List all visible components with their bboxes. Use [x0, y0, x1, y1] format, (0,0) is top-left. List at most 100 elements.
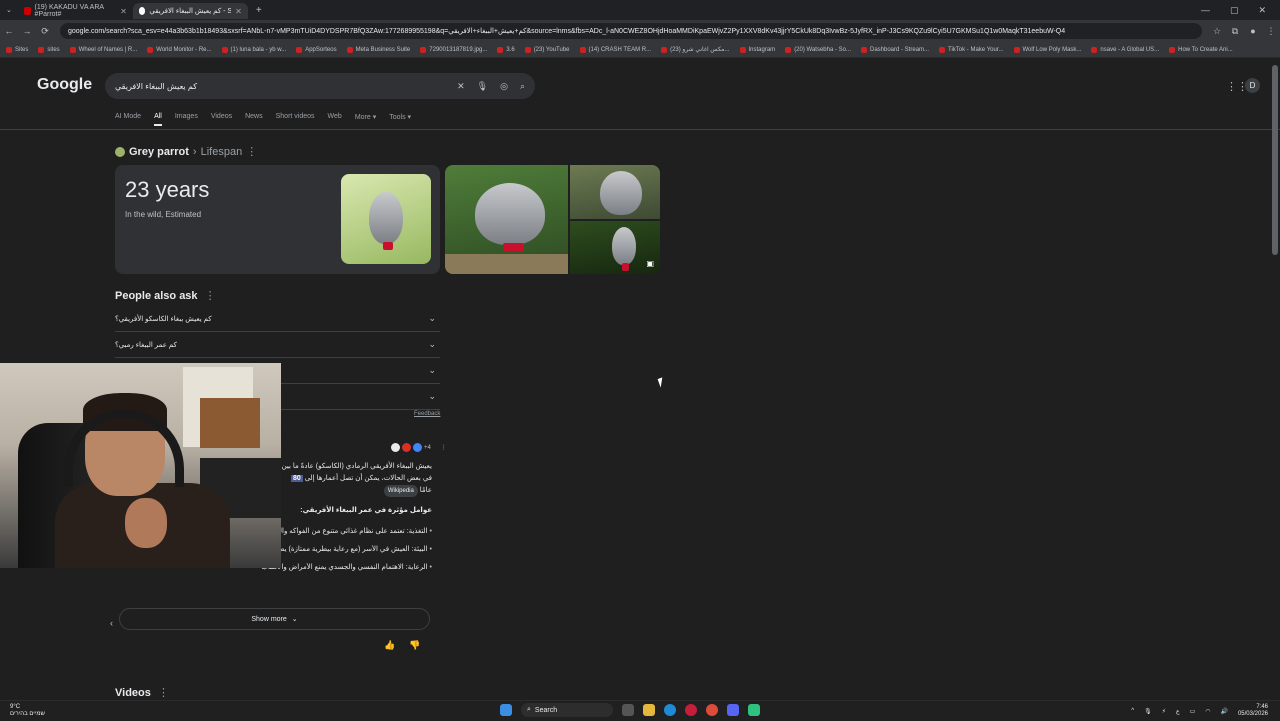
close-window-icon[interactable]: ✕ [1258, 5, 1266, 16]
search-input[interactable]: كم يعيش الببغاء الافريقي [115, 82, 457, 91]
bookmark-item[interactable]: (23) YouTube [524, 46, 570, 53]
bookmark-item[interactable]: nsave - A Global US... [1091, 46, 1159, 53]
bookmark-item[interactable]: Meta Business Suite [346, 46, 410, 53]
header-divider [0, 129, 1280, 130]
more-options-icon[interactable]: ⋮ [246, 145, 257, 158]
discord-icon[interactable] [727, 704, 739, 716]
app-icon[interactable] [685, 704, 697, 716]
chevron-up-icon[interactable]: ^ [1131, 708, 1134, 714]
bookmark-item[interactable]: World Monitor - Re... [147, 46, 212, 53]
maximize-icon[interactable]: ▢ [1230, 5, 1239, 16]
bookmark-item[interactable]: Wolf Low Poly Mask... [1013, 46, 1081, 53]
search-tab[interactable]: Images [175, 113, 198, 126]
mic-icon[interactable]: 🎙 [477, 81, 488, 92]
search-tab[interactable]: Videos [211, 113, 232, 126]
bookmark-item[interactable]: How To Create Ani... [1169, 46, 1233, 53]
windows-start-icon[interactable] [500, 704, 512, 716]
clear-icon[interactable]: ✕ [457, 81, 465, 92]
entity-name[interactable]: Grey parrot [129, 146, 189, 158]
search-box[interactable]: كم يعيش الببغاء الافريقي ✕ 🎙 ◎ ⌕ [105, 73, 535, 99]
url-input[interactable]: google.com/search?sca_esv=e44a3b63b1b184… [60, 23, 1202, 39]
search-icon[interactable]: ⌕ [520, 81, 525, 92]
feedback-link[interactable]: Feedback [414, 411, 440, 417]
reload-icon[interactable]: ⟳ [36, 26, 54, 37]
webcam-shelf [200, 398, 260, 448]
forward-icon[interactable]: → [18, 26, 36, 36]
tab-search-icon[interactable]: ⌄ [0, 6, 18, 14]
volume-icon[interactable]: 🔊 [1220, 708, 1227, 715]
image-gallery-icon[interactable]: ▣ [646, 259, 654, 268]
bookmark-item[interactable]: Dashboard - Stream... [861, 46, 929, 53]
network-icon[interactable]: ⚡ [1162, 708, 1166, 715]
more-options-icon[interactable]: ⋮ [441, 444, 447, 451]
google-logo[interactable]: Google [37, 76, 92, 94]
bookmark-item[interactable]: Instagram [739, 46, 775, 53]
bookmark-favicon-icon [1091, 46, 1098, 53]
parrot-thumbnail[interactable] [341, 174, 431, 264]
bookmark-item[interactable]: Wheel of Names | R... [69, 46, 137, 53]
chevron-down-icon: ⌄ [291, 616, 298, 623]
bookmark-item[interactable]: (1) luna bala - yb w... [221, 46, 286, 53]
extensions-icon[interactable]: ⧉ [1226, 26, 1244, 37]
search-tab[interactable]: Short videos [276, 113, 315, 126]
gallery-image-1[interactable] [445, 165, 568, 274]
wikipedia-icon [391, 443, 400, 452]
minimize-icon[interactable]: — [1201, 5, 1210, 15]
mic-icon[interactable]: 🎙 [1144, 708, 1152, 715]
tab-google-search[interactable]: كم يعيش الببغاء الافريقي - Search ✕ [132, 3, 248, 19]
lens-icon[interactable]: ◎ [500, 81, 508, 92]
page-scrollbar[interactable] [1272, 65, 1278, 255]
chevron-down-icon: ⌄ [428, 313, 436, 323]
taskbar-search[interactable]: ⌕ Search [521, 703, 613, 717]
search-tab[interactable]: All [154, 113, 162, 126]
bookmark-item[interactable]: (14) CRASH TEAM R... [579, 46, 651, 53]
edge-icon[interactable] [664, 704, 676, 716]
bookmark-item[interactable]: AppSorteos [296, 46, 337, 53]
search-tab[interactable]: More ▾ [355, 113, 376, 126]
gallery-image-2[interactable] [570, 165, 660, 219]
avatar[interactable]: D [1245, 78, 1260, 93]
bookmark-item[interactable]: TikTok - Make Your... [939, 46, 1004, 53]
thumbs-up-icon[interactable]: 👍 [384, 640, 395, 651]
bookmark-item[interactable]: sites [38, 46, 60, 53]
obs-icon[interactable] [748, 704, 760, 716]
search-tab[interactable]: News [245, 113, 263, 126]
back-icon[interactable]: ← [0, 26, 18, 36]
battery-icon[interactable]: ▭ [1190, 708, 1196, 715]
chrome-icon[interactable] [706, 704, 718, 716]
source-count: +4 [424, 444, 431, 451]
source-icons[interactable]: +4 ⋮ [391, 443, 447, 452]
chevron-left-icon[interactable]: ‹ [110, 618, 113, 628]
more-options-icon[interactable]: ⋮ [158, 687, 169, 699]
thumbs-down-icon[interactable]: 👎 [409, 640, 420, 651]
bookmark-item[interactable]: 3.6 [497, 46, 515, 53]
search-tab[interactable]: AI Mode [115, 113, 141, 126]
show-more-button[interactable]: Show more ⌄ [119, 608, 430, 630]
file-explorer-icon[interactable] [643, 704, 655, 716]
bookmark-item[interactable]: Sites [6, 46, 28, 53]
bookmark-item[interactable]: (20) Watsebha - So... [785, 46, 851, 53]
bookmark-item[interactable]: (23) مكس اغاني شرو... [661, 46, 730, 53]
profile-icon[interactable]: ● [1244, 26, 1262, 36]
wifi-icon[interactable]: ◠ [1205, 708, 1210, 715]
close-icon[interactable]: ✕ [120, 7, 127, 16]
search-tab[interactable]: Tools ▾ [389, 113, 411, 126]
new-tab-icon[interactable]: + [248, 5, 270, 16]
language-indicator[interactable]: ع [1176, 708, 1180, 715]
paa-question-2[interactable]: كم عمر الببغاء رمبي؟ ⌄ [115, 332, 440, 358]
paa-title-text: People also ask [115, 290, 198, 302]
bookmark-star-icon[interactable]: ☆ [1208, 26, 1226, 37]
bookmark-favicon-icon [346, 46, 353, 53]
wikipedia-chip[interactable]: Wikipedia [383, 485, 418, 497]
more-options-icon[interactable]: ⋮ [205, 290, 216, 302]
bookmark-item[interactable]: 7290013187819.jpg... [420, 46, 487, 53]
search-tab[interactable]: Web [328, 113, 342, 126]
paa-question-1[interactable]: كم يعيش ببغاء الكاسكو الأفريقي؟ ⌄ [115, 306, 440, 332]
task-view-icon[interactable] [622, 704, 634, 716]
weather-widget[interactable]: 9°C שמיים בהירים [10, 704, 45, 718]
close-icon[interactable]: ✕ [235, 7, 242, 16]
clock[interactable]: 7:46 05/03/2026 [1238, 704, 1268, 718]
tab-youtube[interactable]: (19) KAKADU VA ARA #Parrot# ✕ [18, 3, 133, 19]
menu-icon[interactable]: ⋮ [1262, 26, 1280, 37]
gallery-image-3[interactable]: ▣ [570, 221, 660, 274]
